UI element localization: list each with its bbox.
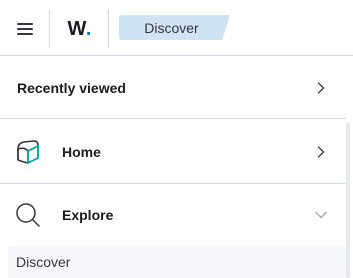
explore-subitem-discover[interactable]: Discover bbox=[8, 246, 346, 278]
discover-subitem-label: Discover bbox=[16, 254, 71, 270]
logo-letter: W bbox=[67, 17, 87, 40]
navigation-panel: W. Discover Recently viewed Home Explore bbox=[0, 0, 353, 278]
menu-toggle-button[interactable] bbox=[0, 10, 50, 48]
chevron-down-icon bbox=[315, 211, 327, 219]
breadcrumb-discover[interactable]: Discover bbox=[119, 15, 230, 40]
top-header: W. Discover bbox=[0, 0, 353, 56]
logo-dot: . bbox=[85, 17, 92, 40]
explore-item[interactable]: Explore bbox=[0, 185, 346, 245]
explore-label: Explore bbox=[62, 207, 114, 223]
chevron-right-icon bbox=[317, 81, 325, 94]
app-logo[interactable]: W. bbox=[51, 10, 109, 48]
scrollbar[interactable] bbox=[346, 122, 350, 278]
recently-viewed-label: Recently viewed bbox=[17, 79, 126, 96]
chevron-right-icon bbox=[317, 145, 325, 158]
home-label: Home bbox=[62, 143, 101, 160]
recently-viewed-item[interactable]: Recently viewed bbox=[0, 57, 346, 119]
home-cube-icon bbox=[17, 139, 39, 164]
hamburger-menu-icon bbox=[16, 23, 33, 35]
breadcrumb-label: Discover bbox=[144, 19, 199, 36]
home-item[interactable]: Home bbox=[0, 120, 346, 184]
search-icon bbox=[16, 203, 40, 227]
